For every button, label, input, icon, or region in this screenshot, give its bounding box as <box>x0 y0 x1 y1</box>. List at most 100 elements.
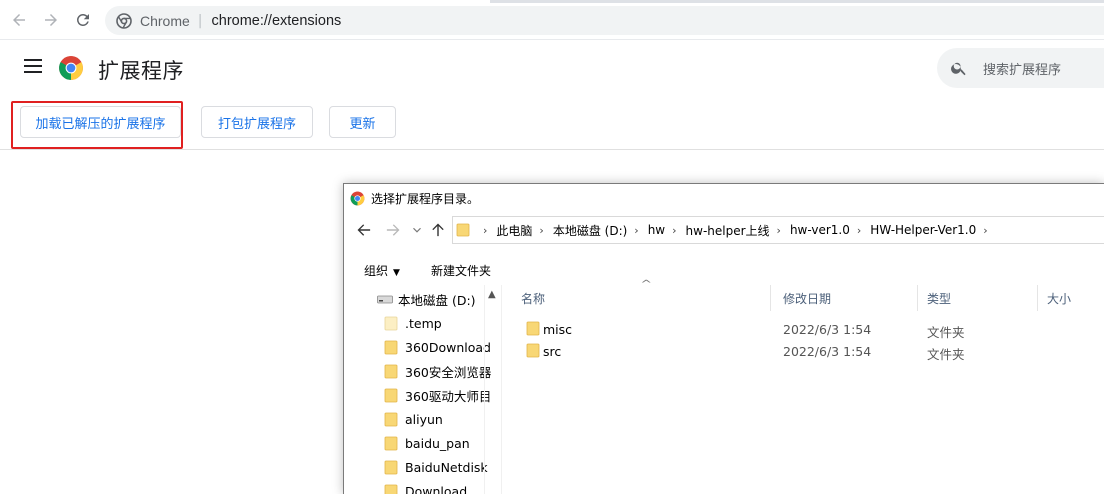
tree-scrollbar[interactable]: ▲ <box>484 285 501 494</box>
tree-item-drive-d[interactable]: 本地磁盘 (D:) <box>377 287 492 311</box>
breadcrumb-hw-helper-ver1[interactable]: HW-Helper-Ver1.0 <box>870 223 976 237</box>
breadcrumb-hw-helper[interactable]: hw-helper上线 <box>686 222 770 239</box>
folder-icon <box>384 484 398 494</box>
search-extensions-input[interactable]: 搜索扩展程序 <box>937 48 1104 88</box>
file-row[interactable]: misc 2022/6/3 1:54 文件夹 <box>502 318 1104 340</box>
back-button[interactable] <box>7 8 31 32</box>
developer-actions-bar: 加载已解压的扩展程序 打包扩展程序 更新 <box>0 96 1104 150</box>
tree-item-label: Download <box>405 483 468 494</box>
folder-icon <box>384 316 398 330</box>
chrome-logo-icon <box>59 56 83 80</box>
reload-icon <box>76 13 89 26</box>
folder-icon <box>526 321 540 336</box>
url-text: chrome://extensions <box>211 12 342 29</box>
breadcrumb-hw-ver1[interactable]: hw-ver1.0 <box>790 223 850 237</box>
arrow-right-icon <box>45 14 57 26</box>
tree-item-label: 360驱动大师目 <box>405 388 492 404</box>
chevron-right-icon: › <box>856 223 862 237</box>
reload-button[interactable] <box>71 8 95 32</box>
column-type[interactable]: 类型 <box>918 285 1038 311</box>
file-name: misc <box>543 322 573 337</box>
active-tab-edge <box>0 0 490 3</box>
folder-icon <box>384 364 398 378</box>
file-type: 文件夹 <box>927 325 965 340</box>
chevron-right-icon: › <box>634 223 639 237</box>
load-unpacked-button[interactable]: 加载已解压的扩展程序 <box>20 106 181 138</box>
new-folder-button[interactable]: 新建文件夹 <box>431 262 491 279</box>
file-list-header: ^ 名称 修改日期 类型 大小 <box>502 279 1104 313</box>
tree-item-folder[interactable]: .temp <box>384 311 499 335</box>
chevron-right-icon: › <box>983 223 988 237</box>
folder-icon <box>384 436 398 450</box>
pane-divider[interactable] <box>501 285 502 494</box>
drive-icon <box>377 295 393 304</box>
tree-item-folder[interactable]: BaiduNetdisk <box>384 455 499 479</box>
file-row[interactable]: src 2022/6/3 1:54 文件夹 <box>502 340 1104 362</box>
up-folder-button[interactable] <box>429 221 447 239</box>
tree-item-label: 360Download <box>405 339 491 355</box>
dialog-navigation: › 此电脑 › 本地磁盘 (D:) › hw › hw-helper上线 › h… <box>344 212 1104 248</box>
chevron-down-icon <box>413 227 421 233</box>
organize-label: 组织 <box>364 264 389 278</box>
column-size[interactable]: 大小 <box>1038 285 1104 311</box>
breadcrumb-hw[interactable]: hw <box>648 223 665 237</box>
tree-item-label: 本地磁盘 (D:) <box>398 292 476 308</box>
arrow-left-icon <box>13 14 25 26</box>
tree-item-label: .temp <box>405 315 442 331</box>
tree-item-folder[interactable]: Download <box>384 479 499 494</box>
pack-extension-button[interactable]: 打包扩展程序 <box>201 106 313 138</box>
folder-icon <box>384 412 398 426</box>
arrow-right-icon <box>386 224 400 236</box>
arrow-up-icon <box>432 223 444 237</box>
tree-item-folder[interactable]: 360安全浏览器 <box>384 359 499 383</box>
file-name: src <box>543 344 562 359</box>
dialog-address-bar[interactable]: › 此电脑 › 本地磁盘 (D:) › hw › hw-helper上线 › h… <box>452 216 1104 244</box>
url-separator: | <box>197 12 203 29</box>
forward-button[interactable] <box>39 8 63 32</box>
chevron-right-icon: › <box>776 223 781 237</box>
chrome-logo-icon <box>350 191 365 205</box>
chevron-right-icon: › <box>539 223 544 237</box>
chrome-site-icon <box>116 12 132 29</box>
file-modified: 2022/6/3 1:54 <box>783 344 872 359</box>
search-placeholder: 搜索扩展程序 <box>983 62 1062 78</box>
folder-tree: 本地磁盘 (D:) .temp 360Download 360安全浏览器 360… <box>344 285 501 494</box>
column-name[interactable]: 名称 <box>512 285 771 311</box>
update-button[interactable]: 更新 <box>329 106 396 138</box>
tree-item-label: aliyun <box>405 411 443 427</box>
origin-label: Chrome <box>140 12 190 29</box>
tree-item-folder[interactable]: aliyun <box>384 407 499 431</box>
dialog-command-bar: 组织 ▼ 新建文件夹 <box>344 256 1104 284</box>
arrow-left-icon <box>357 224 371 236</box>
scroll-up-icon[interactable]: ▲ <box>488 289 496 300</box>
tree-item-folder[interactable]: 360Download <box>384 335 499 359</box>
page-header: 扩展程序 搜索扩展程序 <box>0 40 1104 96</box>
chevron-right-icon: › <box>672 223 677 237</box>
browser-toolbar: Chrome | chrome://extensions <box>0 0 1104 40</box>
folder-icon <box>384 340 398 354</box>
tree-item-label: baidu_pan <box>405 435 470 451</box>
caret-down-icon: ▼ <box>393 268 400 278</box>
breadcrumb-drive-d[interactable]: 本地磁盘 (D:) <box>553 222 627 239</box>
tree-item-folder[interactable]: baidu_pan <box>384 431 499 455</box>
dialog-forward-button[interactable] <box>384 221 402 239</box>
column-modified[interactable]: 修改日期 <box>774 285 918 311</box>
select-folder-dialog: 选择扩展程序目录。 › 此电脑 › 本地磁盘 (D:) › hw › hw-he… <box>343 183 1104 494</box>
file-type: 文件夹 <box>927 347 965 362</box>
dialog-titlebar: 选择扩展程序目录。 <box>344 184 1104 212</box>
tree-item-label: BaiduNetdisk <box>405 459 488 475</box>
recent-locations-button[interactable] <box>408 221 426 239</box>
tree-item-label: 360安全浏览器 <box>405 364 492 380</box>
folder-icon <box>384 388 398 402</box>
organize-menu-button[interactable]: 组织 ▼ <box>364 262 400 279</box>
breadcrumb-this-pc[interactable]: 此电脑 <box>496 222 532 239</box>
address-bar[interactable]: Chrome | chrome://extensions <box>105 6 1104 35</box>
search-icon <box>951 62 966 76</box>
tab-strip <box>0 0 1104 3</box>
dialog-title: 选择扩展程序目录。 <box>371 191 480 206</box>
tree-item-folder[interactable]: 360驱动大师目 <box>384 383 499 407</box>
hamburger-menu-icon[interactable] <box>24 59 42 75</box>
chevron-right-icon: › <box>483 223 488 237</box>
dialog-back-button[interactable] <box>355 221 373 239</box>
folder-icon <box>456 223 470 237</box>
